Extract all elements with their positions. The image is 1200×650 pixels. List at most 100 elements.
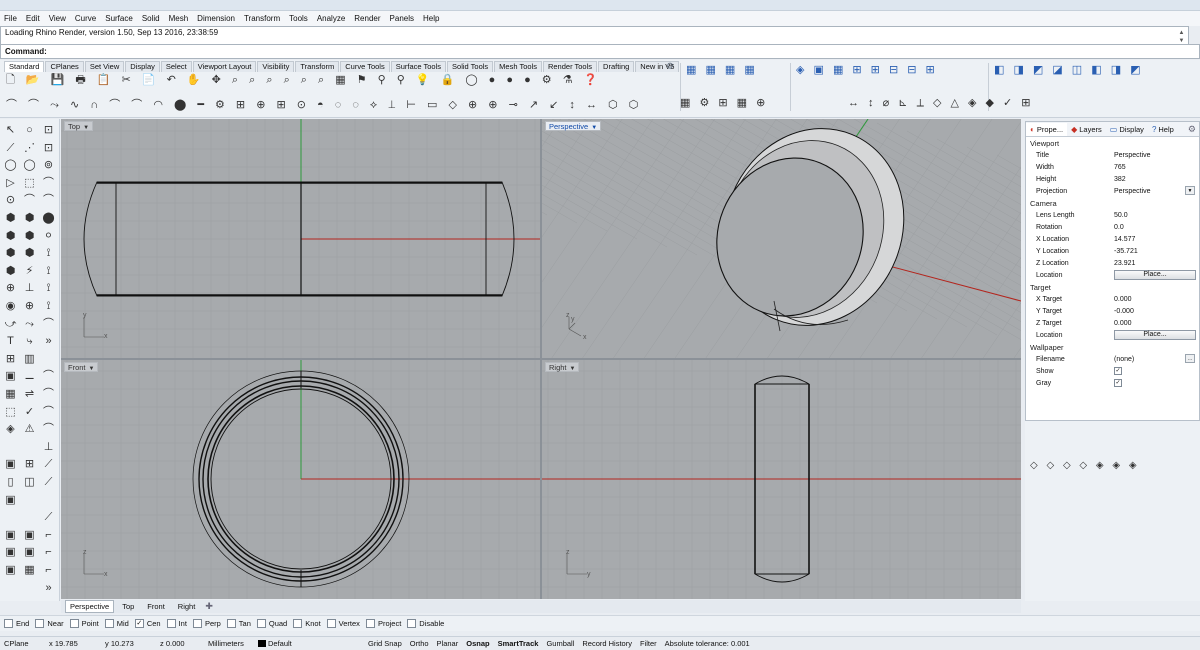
viewport-title-top[interactable]: Top ▼ [64,121,94,131]
toolbar-group-1-icons[interactable]: ▦ ▦ ▦ ▦ [686,63,758,77]
left-tool-icon[interactable]: ⤻ [3,317,18,332]
panel-gear-icon[interactable]: ⚙ [1188,124,1196,135]
osnap-checkbox[interactable] [192,619,202,628]
viewport-perspective-canvas[interactable]: y x z [542,119,1021,358]
left-tool-icon[interactable]: ⌒ [41,387,56,402]
left-tool-icon[interactable]: ⟟ [41,264,56,279]
menu-curve[interactable]: Curve [75,14,96,23]
viewport_rows-value[interactable]: 765 [1114,164,1199,171]
toolbar-tab-select[interactable]: Select [160,61,192,72]
camera_rows-value[interactable]: 50.0 [1114,212,1199,219]
menu-tools[interactable]: Tools [289,14,308,23]
osnap-checkbox[interactable] [35,619,45,628]
left-tool-icon[interactable]: ▥ [22,352,37,367]
panel-bottom-icon-row[interactable]: ◇ ◇ ◇ ◇ ◈ ◈ ◈ [1030,459,1140,472]
left-tool-icon[interactable]: ⌐ [41,545,56,560]
status-units[interactable]: Millimeters [204,639,254,648]
left-tool-icon[interactable]: ⚠ [22,422,37,437]
left-tool-icon[interactable]: ⬢ [3,229,18,244]
menu-surface[interactable]: Surface [105,14,133,23]
left-tool-icon[interactable]: ⌐ [41,528,56,543]
viewport-tab-front[interactable]: Front [142,600,170,613]
toolbar-tab-render-tools[interactable]: Render Tools [542,61,598,72]
menu-analyze[interactable]: Analyze [317,14,345,23]
viewport-tab-perspective[interactable]: Perspective [65,600,115,613]
dropdown-icon[interactable]: ▼ [591,125,597,131]
viewport-title-front[interactable]: Front ▼ [64,362,99,372]
osnap-knot[interactable]: Knot [293,619,321,628]
dropdown-icon[interactable]: ▼ [83,125,89,131]
left-tool-icon[interactable]: ◫ [22,475,37,490]
viewport-title-perspective[interactable]: Perspective ▼ [545,121,602,131]
left-tool-icon[interactable]: ◯ [3,158,18,173]
osnap-checkbox[interactable] [4,619,13,628]
left-tool-icon[interactable]: ▣ [3,563,18,578]
menu-edit[interactable]: Edit [26,14,40,23]
toolbar-group-2-icons[interactable]: ◈ ▣ ▦ ⊞ ⊞ ⊟ ⊟ ⊞ [796,63,938,77]
osnap-tan[interactable]: Tan [226,619,251,628]
status-cplane[interactable]: CPlane [0,639,45,648]
left-tool-icon[interactable]: ⟋ [41,457,56,472]
viewport-title-right[interactable]: Right ▼ [545,362,580,372]
toolbar-tab-curve-tools[interactable]: Curve Tools [340,61,390,72]
osnap-end[interactable]: End [4,619,29,628]
left-tool-icon[interactable]: ⊕ [22,299,37,314]
left-tool-icon[interactable]: ⊥ [41,440,56,455]
left-tool-icon[interactable]: » [41,334,56,349]
dropdown-icon[interactable]: ▼ [89,366,95,372]
osnap-checkbox[interactable] [256,619,266,628]
viewport-right[interactable]: z y Right ▼ [542,360,1021,599]
left-tool-icon[interactable]: ⟋ [41,475,56,490]
left-tool-icon[interactable]: ⟟ [41,299,56,314]
viewport_rows-value[interactable]: 382 [1114,176,1199,183]
toolbar-tab-standard[interactable]: Standard [4,61,45,72]
left-tool-icon[interactable]: ⟟ [41,246,56,261]
menu-dimension[interactable]: Dimension [197,14,235,23]
left-tool-icon[interactable]: ⊚ [41,158,56,173]
osnap-point[interactable]: Point [69,619,99,628]
left-tool-icon[interactable]: ⬤ [41,211,56,226]
toolbar-gear-icon[interactable]: ⚙ [666,61,676,71]
status-smarttrack[interactable]: SmartTrack [494,639,543,648]
osnap-quad[interactable]: Quad [256,619,287,628]
left-tool-icon[interactable]: ⤷ [22,334,37,349]
osnap-mid[interactable]: Mid [104,619,129,628]
viewport-top[interactable]: y x Top ▼ [61,119,540,358]
osnap-checkbox[interactable] [326,619,336,628]
viewport-perspective[interactable]: y x z Perspective ▼ [542,119,1021,358]
left-tool-icon[interactable]: ⟟ [41,281,56,296]
osnap-checkbox[interactable] [104,619,114,628]
camera_rows-value[interactable]: 14.577 [1114,236,1199,243]
osnap-checkbox[interactable] [293,619,303,628]
left-tool-icon[interactable]: ⬢ [3,264,18,279]
left-tool-icon[interactable]: ◉ [3,299,18,314]
left-tool-icon[interactable]: T [3,334,18,349]
status-record-history[interactable]: Record History [578,639,636,648]
status-layer[interactable]: Default [254,639,364,648]
left-tool-icon[interactable]: ⊙ [3,193,18,208]
panel-tab-layers[interactable]: ◆ Layers [1067,123,1106,136]
wallpaper-gray-checkbox[interactable]: ✓ [1114,379,1122,387]
camera_rows-value[interactable]: 23.921 [1114,260,1199,267]
left-tool-icon[interactable]: ⌒ [41,422,56,437]
menu-panels[interactable]: Panels [390,14,414,23]
toolbar-tab-surface-tools[interactable]: Surface Tools [390,61,447,72]
left-tool-icon[interactable]: ⊞ [22,457,37,472]
target_rows-value[interactable]: 0.000 [1114,320,1199,327]
left-tool-icon[interactable]: ⌒ [41,369,56,384]
viewport-right-canvas[interactable]: z y [542,360,1021,599]
left-tool-icon[interactable]: ⬚ [22,176,37,191]
target-place-button[interactable]: Place... [1114,330,1196,340]
left-tool-icon[interactable]: ⊡ [41,141,56,156]
panel-tab-help[interactable]: ? Help [1148,123,1178,136]
viewport-front[interactable]: z x Front ▼ [61,360,540,599]
toolbar-tab-transform[interactable]: Transform [295,61,340,72]
left-tool-icon[interactable]: ⬢ [3,211,18,226]
left-tool-icon[interactable]: ◯ [22,158,37,173]
wallpaper-show-checkbox[interactable]: ✓ [1114,367,1122,375]
left-tool-icon[interactable]: ⊞ [3,352,18,367]
left-tool-icon[interactable]: ⬢ [22,246,37,261]
left-tool-icon[interactable]: ⌒ [41,193,56,208]
left-tool-icon[interactable]: ⌒ [41,405,56,420]
toolbar-tab-cplanes[interactable]: CPlanes [45,61,84,72]
